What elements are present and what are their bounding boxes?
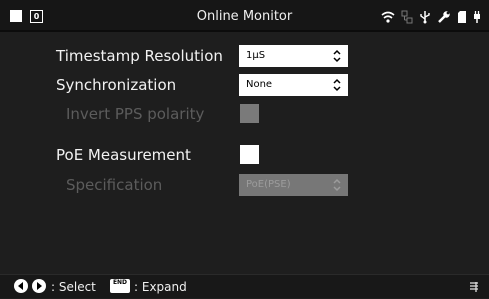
status-icons bbox=[381, 8, 481, 26]
synchronization-value: None bbox=[246, 79, 273, 90]
specification-row: Specification PoE(PSE) bbox=[0, 171, 489, 199]
menu-icon[interactable] bbox=[469, 281, 479, 293]
synchronization-row: Synchronization None bbox=[0, 71, 489, 99]
top-bar: 0 Online Monitor bbox=[0, 0, 489, 32]
timestamp-resolution-value: 1μS bbox=[246, 50, 266, 61]
timestamp-resolution-label: Timestamp Resolution bbox=[56, 47, 223, 65]
sd-card-icon bbox=[457, 10, 467, 24]
synchronization-label: Synchronization bbox=[56, 76, 177, 94]
invert-pps-label: Invert PPS polarity bbox=[66, 105, 205, 123]
poe-measurement-checkbox[interactable] bbox=[240, 145, 259, 164]
synchronization-select[interactable]: None bbox=[239, 74, 348, 96]
right-arrow-icon[interactable] bbox=[32, 279, 46, 293]
power-plug-icon bbox=[473, 10, 481, 24]
poe-measurement-row: PoE Measurement bbox=[0, 141, 489, 169]
invert-pps-row: Invert PPS polarity bbox=[0, 100, 489, 128]
end-key-icon[interactable]: END bbox=[110, 279, 130, 293]
left-arrow-icon[interactable] bbox=[14, 279, 28, 293]
updown-chevron-icon bbox=[333, 49, 341, 63]
updown-chevron-icon bbox=[333, 178, 341, 192]
poe-measurement-label: PoE Measurement bbox=[56, 146, 191, 164]
specification-select[interactable]: PoE(PSE) bbox=[239, 174, 348, 196]
updown-chevron-icon bbox=[333, 78, 341, 92]
wifi-icon bbox=[381, 10, 395, 24]
expand-hint: : Expand bbox=[134, 280, 187, 294]
bottom-bar: : Select END : Expand bbox=[0, 274, 489, 298]
network-icon bbox=[401, 10, 413, 24]
wrench-icon bbox=[437, 10, 451, 24]
specification-value: PoE(PSE) bbox=[246, 179, 291, 190]
end-key-label: END bbox=[112, 279, 128, 286]
invert-pps-checkbox[interactable] bbox=[240, 104, 259, 123]
usb-icon bbox=[419, 10, 431, 24]
specification-label: Specification bbox=[66, 176, 163, 194]
timestamp-resolution-select[interactable]: 1μS bbox=[239, 45, 348, 67]
select-hint: : Select bbox=[51, 280, 96, 294]
timestamp-resolution-row: Timestamp Resolution 1μS bbox=[0, 42, 489, 70]
